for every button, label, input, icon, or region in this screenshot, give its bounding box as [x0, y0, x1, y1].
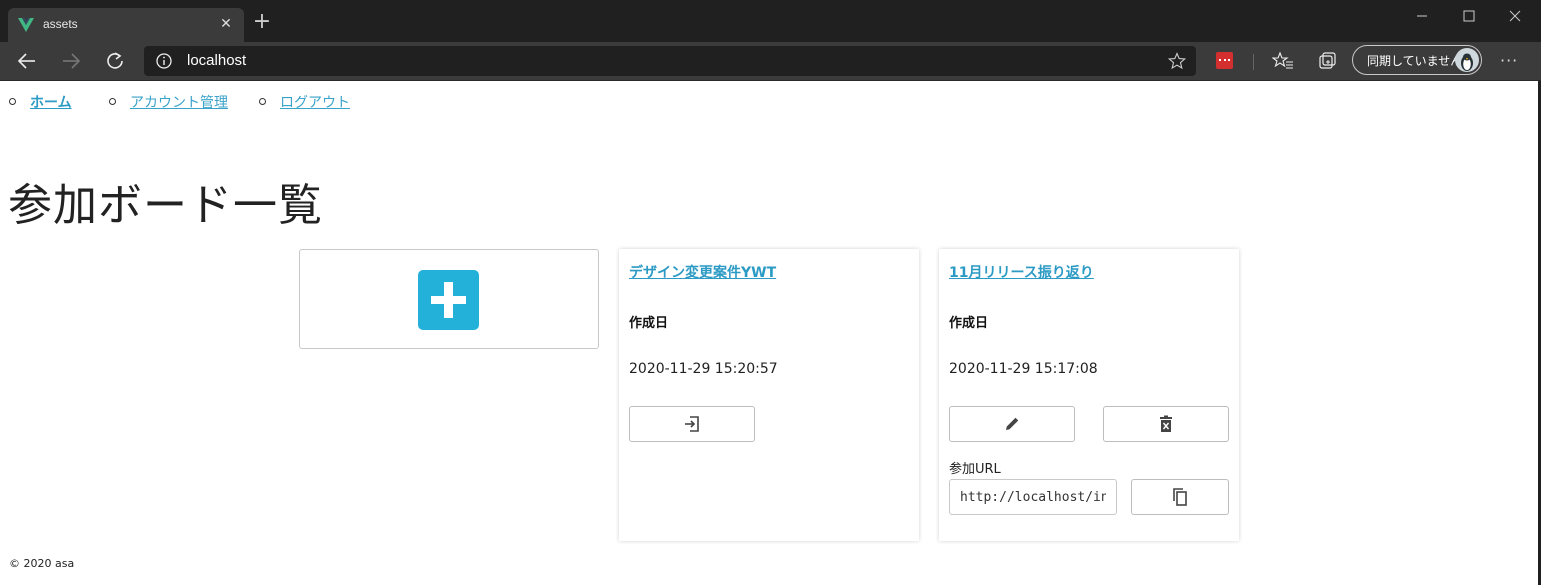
more-icon[interactable]: ···: [1500, 51, 1518, 70]
nav-link-home[interactable]: ホーム: [30, 92, 72, 112]
add-board-button[interactable]: [418, 270, 479, 330]
plus-icon[interactable]: +: [252, 11, 272, 33]
url-text: localhost: [187, 52, 247, 69]
favorites-icon[interactable]: [1272, 50, 1294, 72]
browser-tab[interactable]: assets ✕: [8, 8, 244, 42]
toolbar-divider: [1253, 54, 1254, 70]
copy-url-button[interactable]: [1131, 479, 1229, 515]
page-content: ホーム アカウント管理 ログアウト 参加ボード一覧 デザイン変更案件YWT 作成…: [0, 81, 1538, 585]
info-icon[interactable]: [156, 53, 172, 69]
profile-sync-button[interactable]: 同期していません: [1352, 45, 1482, 75]
nav-link-account[interactable]: アカウント管理: [130, 92, 228, 112]
close-icon[interactable]: ✕: [218, 16, 234, 32]
board-card: デザイン変更案件YWT 作成日 2020-11-29 15:20:57: [619, 249, 919, 541]
minimize-icon[interactable]: [1413, 8, 1431, 24]
invite-url-input[interactable]: [949, 479, 1117, 515]
star-icon[interactable]: [1168, 52, 1186, 70]
collections-icon[interactable]: [1316, 50, 1338, 72]
enter-icon: [685, 416, 699, 432]
browser-toolbar: localhost 同期していません ···: [0, 42, 1541, 81]
tab-title: assets: [43, 17, 78, 31]
profile-label: 同期していません: [1367, 54, 1463, 68]
invite-url-label: 参加URL: [949, 462, 1001, 477]
nav-bullet: [109, 98, 116, 105]
footer-copyright: © 2020 asa: [9, 557, 75, 570]
forward-icon[interactable]: [60, 50, 82, 72]
avatar: [1455, 48, 1479, 72]
back-icon[interactable]: [16, 50, 38, 72]
created-label: 作成日: [629, 316, 669, 331]
created-date: 2020-11-29 15:17:08: [949, 361, 1098, 377]
vue-favicon-icon: [18, 18, 34, 32]
page-title: 参加ボード一覧: [8, 180, 323, 231]
nav-bullet: [259, 98, 266, 105]
board-title-link[interactable]: デザイン変更案件YWT: [629, 262, 776, 282]
edit-board-button[interactable]: [949, 406, 1075, 442]
created-date: 2020-11-29 15:20:57: [629, 361, 778, 377]
maximize-icon[interactable]: [1460, 8, 1478, 24]
refresh-icon[interactable]: [104, 50, 126, 72]
created-label: 作成日: [949, 316, 989, 331]
browser-tab-bar: assets ✕ +: [0, 0, 1541, 42]
enter-board-button[interactable]: [629, 406, 755, 442]
delete-icon: [1160, 415, 1172, 432]
copy-icon: [1173, 488, 1187, 506]
delete-board-button[interactable]: [1103, 406, 1229, 442]
close-window-icon[interactable]: [1506, 8, 1524, 24]
nav-link-logout[interactable]: ログアウト: [280, 92, 350, 112]
address-bar[interactable]: localhost: [144, 46, 1196, 76]
extension-icon[interactable]: [1216, 52, 1233, 69]
edit-icon: [1006, 417, 1019, 430]
add-board-card[interactable]: [299, 249, 599, 349]
board-title-link[interactable]: 11月リリース振り返り: [949, 262, 1094, 282]
board-card: 11月リリース振り返り 作成日 2020-11-29 15:17:08 参加UR…: [939, 249, 1239, 541]
nav-bullet: [9, 98, 16, 105]
